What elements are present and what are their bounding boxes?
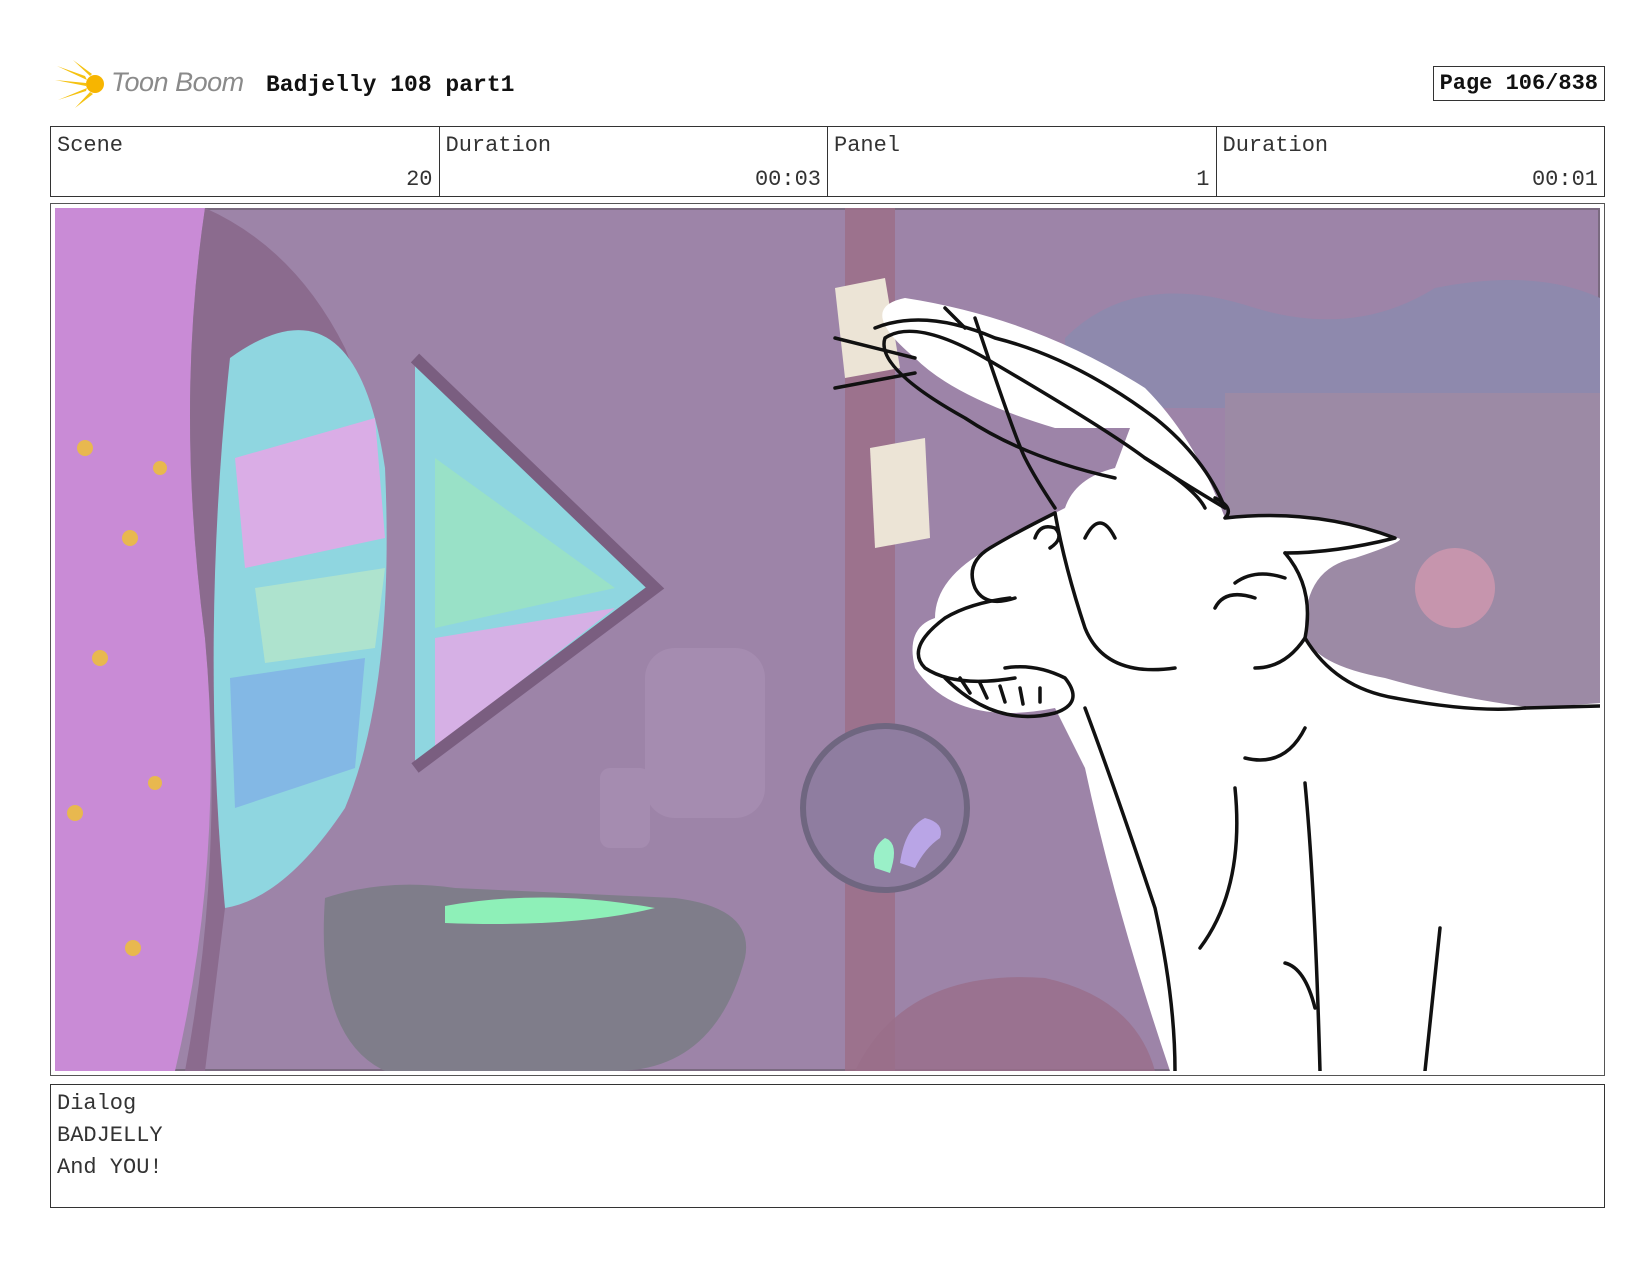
storyboard-panel	[50, 203, 1605, 1076]
scene-duration-value: 00:03	[754, 167, 821, 192]
toon-boom-logo: Toon Boom	[55, 58, 250, 110]
panel-label: Panel	[834, 133, 901, 158]
dialog-character: BADJELLY	[57, 1123, 163, 1148]
background-creature	[1415, 548, 1495, 628]
scene-label: Scene	[57, 133, 124, 158]
storyboard-drawing	[55, 208, 1600, 1071]
scene-duration-cell: Duration 00:03	[440, 127, 828, 196]
panel-duration-cell: Duration 00:01	[1217, 127, 1605, 196]
panel-value: 1	[1196, 167, 1210, 192]
wall-stone	[645, 648, 765, 818]
page-header: Toon Boom Badjelly 108 part1 Page 106/83…	[50, 58, 1605, 110]
dialog-label: Dialog	[57, 1091, 137, 1116]
scene-cell: Scene 20	[51, 127, 440, 196]
scene-value: 20	[406, 167, 433, 192]
logo-text: Toon Boom	[111, 67, 244, 97]
scene-info-table: Scene 20 Duration 00:03 Panel 1 Duration…	[50, 126, 1605, 197]
page-indicator: Page 106/838	[1432, 66, 1605, 101]
panel-cell: Panel 1	[828, 127, 1217, 196]
document-title: Badjelly 108 part1	[266, 72, 515, 98]
dialog-box: Dialog BADJELLY And YOU!	[50, 1084, 1605, 1208]
panel-duration-label: Duration	[1222, 133, 1329, 158]
dialog-line-text: And YOU!	[57, 1155, 163, 1180]
sunburst-logo-icon	[55, 60, 104, 108]
panel-duration-value: 00:01	[1531, 167, 1598, 192]
scene-duration-label: Duration	[445, 133, 552, 158]
